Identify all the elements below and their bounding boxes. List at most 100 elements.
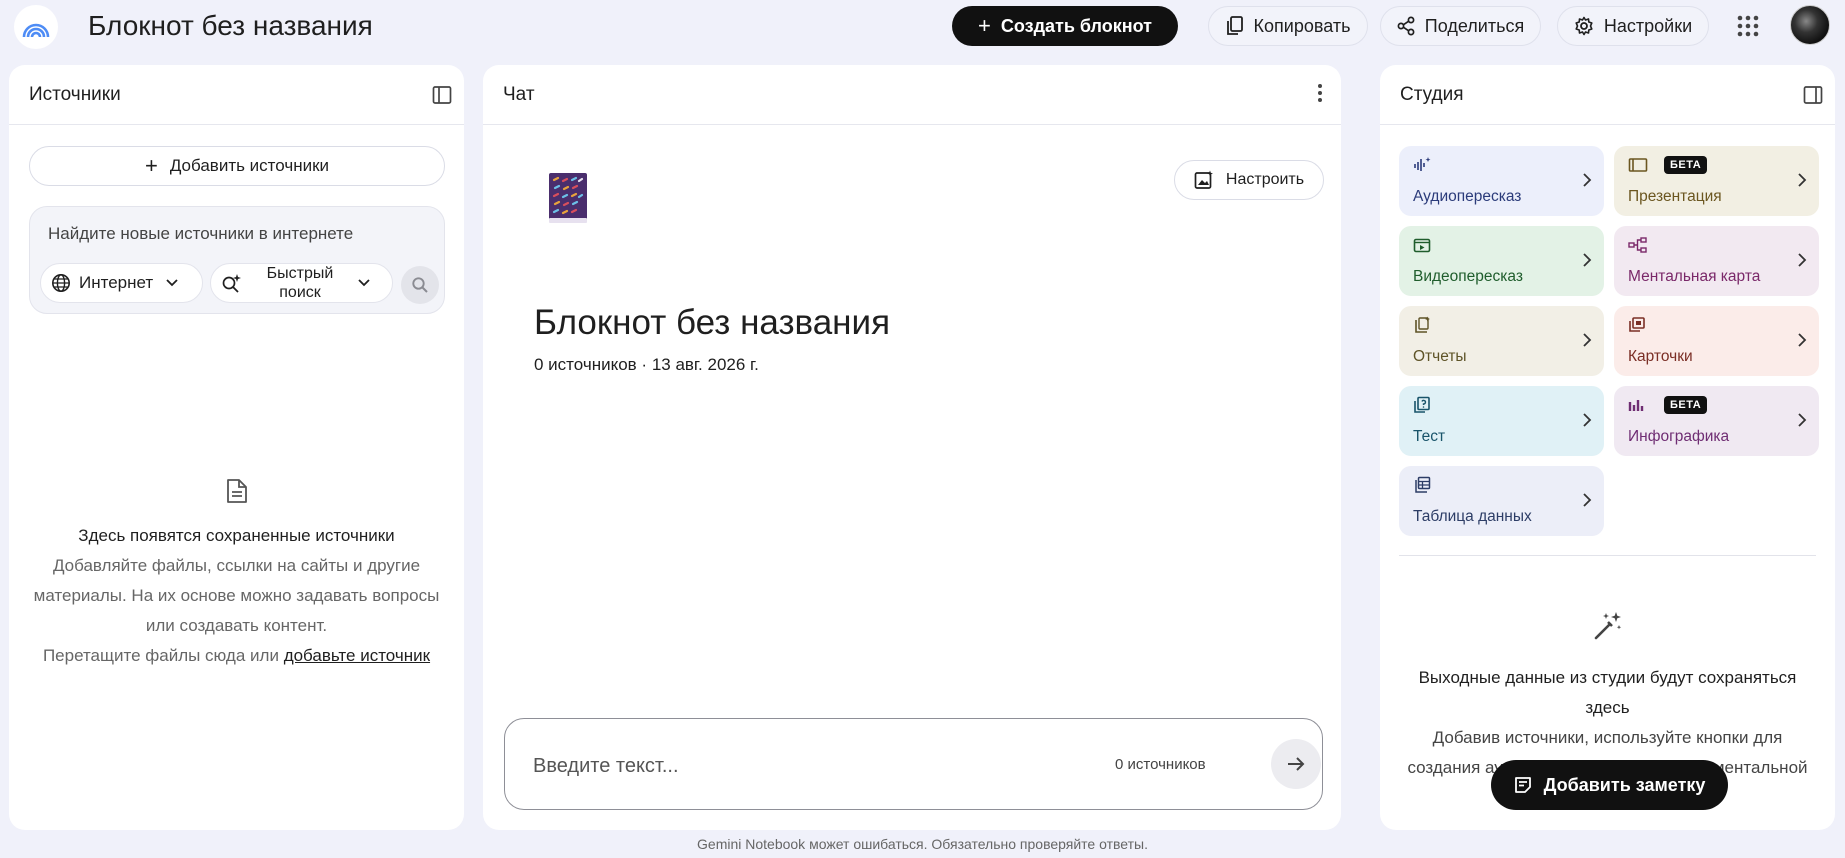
- add-note-button[interactable]: Добавить заметку: [1491, 760, 1728, 810]
- globe-icon: [52, 274, 70, 292]
- notebook-heading: Блокнот без названия: [534, 303, 891, 342]
- studio-tile-label: Таблица данных: [1413, 508, 1532, 525]
- share-button[interactable]: Поделиться: [1380, 6, 1541, 46]
- disclaimer-footer: Gemini Notebook может ошибаться. Обязате…: [697, 836, 1148, 852]
- table-icon: [1415, 476, 1431, 493]
- create-notebook-label: Создать блокнот: [1000, 15, 1152, 36]
- web-search-input[interactable]: [48, 221, 428, 247]
- studio-tile-video[interactable]: Видеопересказ: [1399, 226, 1604, 296]
- chat-input[interactable]: [533, 753, 1093, 779]
- chevron-down-icon: [166, 279, 178, 287]
- studio-header: Студия: [1380, 65, 1835, 125]
- chevron-right-icon: [1798, 253, 1807, 267]
- quiz-icon: [1414, 396, 1430, 413]
- studio-panel: Студия Аудиопересказ БЕТА Презентация Ви…: [1380, 65, 1835, 830]
- document-icon: [226, 479, 247, 503]
- video-icon: [1413, 238, 1431, 253]
- beta-badge: БЕТА: [1664, 156, 1708, 174]
- studio-tile-label: Отчеты: [1413, 348, 1467, 365]
- image-sparkle-icon: [1194, 170, 1213, 189]
- share-icon: [1397, 16, 1415, 36]
- studio-tile-data-table[interactable]: Таблица данных: [1399, 466, 1604, 536]
- chevron-right-icon: [1798, 413, 1807, 427]
- create-notebook-button[interactable]: + Создать блокнот: [952, 6, 1178, 46]
- send-button[interactable]: [1271, 739, 1321, 789]
- internet-label: Интернет: [79, 273, 154, 292]
- studio-tile-label: Презентация: [1628, 188, 1722, 205]
- add-sources-button[interactable]: + Добавить источники: [29, 146, 445, 186]
- add-sources-label: Добавить источники: [169, 156, 330, 175]
- studio-tile-presentation[interactable]: БЕТА Презентация: [1614, 146, 1819, 216]
- sources-empty-state: Здесь появятся сохраненные источники Доб…: [9, 478, 464, 671]
- chat-title: Чат: [503, 83, 535, 105]
- studio-tile-label: Карточки: [1628, 348, 1693, 365]
- search-submit-button[interactable]: [401, 266, 439, 304]
- add-source-link[interactable]: добавьте источник: [284, 646, 430, 665]
- studio-tile-label: Ментальная карта: [1628, 268, 1761, 285]
- add-note-label: Добавить заметку: [1543, 774, 1706, 795]
- collapse-panel-icon[interactable]: [432, 85, 452, 105]
- sources-empty-title: Здесь появятся сохраненные источники: [78, 526, 395, 545]
- plus-icon: +: [144, 153, 158, 178]
- studio-tile-reports[interactable]: Отчеты: [1399, 306, 1604, 376]
- cards-icon: [1629, 317, 1645, 332]
- studio-tile-mindmap[interactable]: Ментальная карта: [1614, 226, 1819, 296]
- fast-search-dropdown[interactable]: Быстрый поиск: [210, 263, 393, 303]
- copy-icon: [1226, 16, 1243, 35]
- chat-composer: 0 источников: [504, 718, 1323, 810]
- copy-button[interactable]: Копировать: [1208, 6, 1368, 46]
- infographic-icon: [1628, 400, 1644, 411]
- studio-divider: [1399, 555, 1816, 556]
- notebook-title[interactable]: Блокнот без названия: [88, 8, 373, 44]
- studio-tile-label: Тест: [1413, 428, 1446, 445]
- search-icon: [412, 277, 428, 293]
- customize-button[interactable]: Настроить: [1174, 160, 1324, 200]
- user-avatar[interactable]: [1790, 5, 1830, 45]
- chevron-right-icon: [1798, 173, 1807, 187]
- studio-tile-audio[interactable]: Аудиопересказ: [1399, 146, 1604, 216]
- settings-button[interactable]: Настройки: [1557, 6, 1709, 46]
- customize-label: Настроить: [1225, 171, 1305, 188]
- studio-empty-title: Выходные данные из студии будут сохранят…: [1418, 668, 1797, 717]
- sources-empty-desc: Добавляйте файлы, ссылки на сайты и друг…: [33, 556, 440, 635]
- studio-tile-label: Инфографика: [1628, 428, 1730, 445]
- note-icon: [1514, 777, 1531, 793]
- apps-grid-icon[interactable]: [1736, 14, 1760, 38]
- studio-tile-infographic[interactable]: БЕТА Инфографика: [1614, 386, 1819, 456]
- chevron-right-icon: [1583, 253, 1592, 267]
- magic-wand-icon: [1594, 612, 1621, 640]
- collapse-panel-icon[interactable]: [1803, 85, 1823, 105]
- studio-tile-quiz[interactable]: Тест: [1399, 386, 1604, 456]
- presentation-icon: [1628, 158, 1648, 172]
- arrow-right-icon: [1288, 757, 1305, 771]
- gear-icon: [1575, 16, 1593, 36]
- notebook-meta: 0 источников · 13 авг. 2026 г.: [534, 355, 759, 374]
- chat-panel: Чат Настроить Блокнот без названия 0 ист…: [483, 65, 1341, 830]
- audio-icon: [1414, 157, 1431, 171]
- plus-icon: +: [978, 13, 991, 38]
- notebook-cover-icon: [549, 173, 587, 223]
- sources-panel: Источники + Добавить источники Интернет: [9, 65, 464, 830]
- beta-badge: БЕТА: [1664, 396, 1708, 414]
- chevron-right-icon: [1583, 413, 1592, 427]
- studio-tile-cards[interactable]: Карточки: [1614, 306, 1819, 376]
- internet-dropdown[interactable]: Интернет: [40, 263, 203, 303]
- app-logo[interactable]: [14, 5, 58, 49]
- chevron-right-icon: [1583, 333, 1592, 347]
- more-vert-icon[interactable]: [1317, 83, 1323, 103]
- fast-search-label: Быстрый поиск: [266, 265, 334, 301]
- drag-hint-text: Перетащите файлы сюда или: [42, 646, 279, 665]
- mindmap-icon: [1628, 237, 1647, 253]
- sources-drag-hint: Перетащите файлы сюда или добавьте источ…: [32, 641, 442, 671]
- chevron-right-icon: [1583, 173, 1592, 187]
- studio-title: Студия: [1400, 83, 1464, 105]
- sources-header: Источники: [9, 65, 464, 125]
- chevron-down-icon: [358, 279, 370, 287]
- logo-icon: [22, 23, 50, 38]
- sparkle-search-icon: [222, 274, 241, 293]
- composer-source-count: 0 источников: [1115, 756, 1206, 773]
- studio-tile-label: Аудиопересказ: [1413, 188, 1522, 205]
- chevron-right-icon: [1583, 493, 1592, 507]
- share-label: Поделиться: [1424, 15, 1525, 36]
- sources-title: Источники: [29, 83, 121, 105]
